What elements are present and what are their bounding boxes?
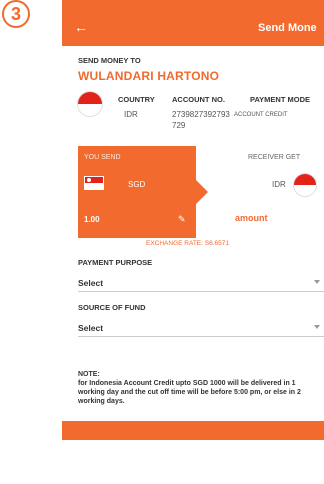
you-send-label: YOU SEND — [84, 154, 121, 161]
payment-purpose-label: PAYMENT PURPOSE — [78, 258, 153, 267]
note-body: for Indonesia Account Credit upto SGD 10… — [78, 380, 301, 405]
source-of-fund-select[interactable]: Select — [78, 317, 324, 337]
step-number-badge: 3 — [2, 0, 30, 28]
page-title: Send Mone — [258, 22, 317, 34]
source-of-fund-label: SOURCE OF FUND — [78, 303, 146, 312]
chevron-down-icon — [314, 280, 320, 284]
arrow-right-icon — [196, 180, 208, 204]
indonesia-flag-icon — [78, 92, 102, 116]
payment-purpose-select[interactable]: Select — [78, 272, 324, 292]
country-value: IDR — [124, 110, 138, 119]
send-amount-input[interactable]: 1.00 — [84, 215, 100, 224]
receiver-get-label: RECEIVER GET — [248, 154, 301, 161]
singapore-flag-icon — [84, 176, 104, 190]
account-no-value: 2739827392793 — [172, 110, 230, 119]
send-money-to-label: SEND MONEY TO — [78, 56, 141, 65]
exchange-panel: YOU SEND SGD 1.00 ✎ RECEIVER GET IDR amo… — [78, 146, 324, 238]
phone-screen: ← Send Mone SEND MONEY TO WULANDARI HART… — [62, 0, 324, 440]
exchange-rate-text: EXCHANGE RATE: S6.6571 — [146, 240, 229, 247]
note-title: NOTE: — [78, 371, 100, 378]
send-currency[interactable]: SGD — [128, 180, 145, 189]
note-text: NOTE: for Indonesia Account Credit upto … — [78, 370, 322, 406]
recipient-name: WULANDARI HARTONO — [78, 69, 220, 83]
receive-currency[interactable]: IDR — [272, 180, 286, 189]
country-column-header: COUNTRY — [118, 95, 155, 104]
payment-mode-column-header: PAYMENT MODE — [250, 95, 311, 104]
payment-mode-value: ACCOUNT CREDIT — [234, 112, 288, 118]
account-no-value-continued: 729 — [172, 121, 186, 130]
pencil-icon[interactable]: ✎ — [178, 214, 186, 225]
source-of-fund-value: Select — [78, 323, 104, 333]
receive-amount-input[interactable]: amount — [235, 213, 268, 223]
continue-button[interactable]: CONTINUE — [62, 421, 324, 440]
indonesia-flag-icon — [294, 174, 316, 196]
payment-purpose-value: Select — [78, 278, 104, 288]
arrow-left-icon[interactable]: ← — [74, 20, 88, 34]
you-send-panel: YOU SEND SGD 1.00 ✎ — [78, 146, 196, 238]
chevron-down-icon — [314, 325, 320, 329]
account-no-column-header: ACCOUNT NO. — [172, 95, 225, 104]
top-bar: ← Send Mone — [62, 0, 324, 46]
